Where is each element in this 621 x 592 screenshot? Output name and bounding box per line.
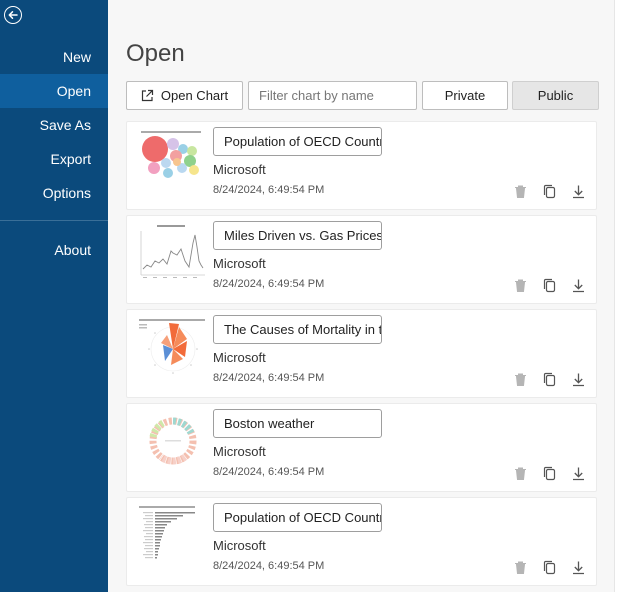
window-edge: [614, 0, 621, 592]
copy-icon[interactable]: [542, 278, 557, 293]
chart-thumbnail: [139, 319, 205, 374]
download-icon[interactable]: [571, 372, 586, 387]
copy-icon[interactable]: [542, 466, 557, 481]
download-icon[interactable]: [571, 560, 586, 575]
copy-icon[interactable]: [542, 372, 557, 387]
chart-date: 8/24/2024, 6:49:54 PM: [213, 372, 325, 384]
sidebar-item-new[interactable]: New: [0, 40, 108, 74]
chart-name-field[interactable]: The Causes of Mortality in the Army: [213, 315, 382, 344]
sidebar-item-save-as[interactable]: Save As: [0, 108, 108, 142]
chart-owner: Microsoft: [213, 162, 266, 177]
copy-icon[interactable]: [542, 560, 557, 575]
download-icon[interactable]: [571, 278, 586, 293]
chart-name-field[interactable]: Boston weather: [213, 409, 382, 438]
sidebar-divider: [0, 220, 108, 221]
open-external-icon: [141, 89, 154, 102]
sidebar-item-about[interactable]: About: [0, 233, 108, 267]
tab-public[interactable]: Public: [512, 81, 599, 110]
open-chart-button[interactable]: Open Chart: [126, 81, 243, 110]
chart-date: 8/24/2024, 6:49:54 PM: [213, 466, 325, 478]
copy-icon[interactable]: [542, 184, 557, 199]
chart-owner: Microsoft: [213, 444, 266, 459]
chart-actions: [513, 184, 586, 199]
chart-card[interactable]: Population of OECD Countries Microsoft 8…: [126, 497, 597, 586]
sidebar: New Open Save As Export Options About: [0, 0, 108, 592]
sidebar-item-open[interactable]: Open: [0, 74, 108, 108]
chart-card[interactable]: Miles Driven vs. Gas Prices Microsoft 8/…: [126, 215, 597, 304]
chart-actions: [513, 278, 586, 293]
chart-card[interactable]: Population of OECD Countries Microsoft 8…: [126, 121, 597, 210]
chart-date: 8/24/2024, 6:49:54 PM: [213, 278, 325, 290]
chart-actions: [513, 560, 586, 575]
chart-owner: Microsoft: [213, 256, 266, 271]
chart-name-field[interactable]: Population of OECD Countries: [213, 127, 382, 156]
tab-private[interactable]: Private: [422, 81, 508, 110]
trash-icon[interactable]: [513, 184, 528, 199]
open-chart-label: Open Chart: [160, 88, 229, 103]
back-arrow-icon[interactable]: [4, 6, 22, 24]
chart-name-field[interactable]: Miles Driven vs. Gas Prices: [213, 221, 382, 250]
chart-thumbnail: [139, 506, 195, 559]
sidebar-nav: New Open Save As Export Options About: [0, 40, 108, 267]
chart-thumbnail: [149, 417, 197, 465]
download-icon[interactable]: [571, 466, 586, 481]
trash-icon[interactable]: [513, 278, 528, 293]
chart-date: 8/24/2024, 6:49:54 PM: [213, 184, 325, 196]
page-title: Open: [126, 40, 185, 67]
sidebar-item-options[interactable]: Options: [0, 176, 108, 210]
trash-icon[interactable]: [513, 466, 528, 481]
filter-input[interactable]: [248, 81, 417, 110]
trash-icon[interactable]: [513, 560, 528, 575]
sidebar-item-export[interactable]: Export: [0, 142, 108, 176]
chart-actions: [513, 372, 586, 387]
chart-actions: [513, 466, 586, 481]
download-icon[interactable]: [571, 184, 586, 199]
chart-thumbnail: [140, 225, 205, 278]
main-panel: Open Open Chart Private Public: [108, 0, 614, 592]
chart-owner: Microsoft: [213, 350, 266, 365]
chart-card[interactable]: The Causes of Mortality in the Army Micr…: [126, 309, 597, 398]
chart-thumbnail: [141, 131, 201, 178]
chart-name-field[interactable]: Population of OECD Countries: [213, 503, 382, 532]
chart-owner: Microsoft: [213, 538, 266, 553]
trash-icon[interactable]: [513, 372, 528, 387]
chart-date: 8/24/2024, 6:49:54 PM: [213, 560, 325, 572]
chart-card[interactable]: Boston weather Microsoft 8/24/2024, 6:49…: [126, 403, 597, 492]
